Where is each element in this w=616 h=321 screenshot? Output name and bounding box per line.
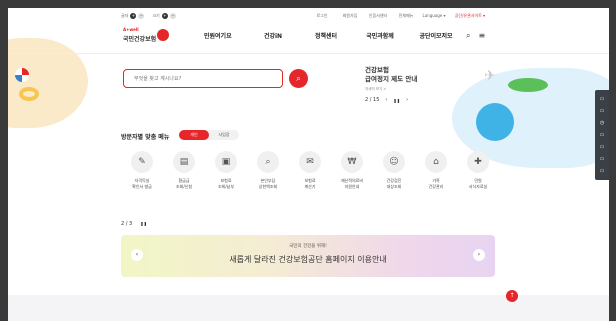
search-icon[interactable]: ⌕ <box>466 31 470 41</box>
quick-item-copay-limit[interactable]: ⌕ 본인부담 상한액조회 <box>247 151 289 190</box>
scroll-top-button[interactable]: ↑ <box>506 290 518 302</box>
notice-banner[interactable]: ‹ 국민의 건강을 위해! 새롭게 달라진 건강보험공단 홈페이지 이용안내 › <box>121 235 495 277</box>
visitor-type-toggle: 개인 사업장 <box>179 130 239 140</box>
promo-next-button[interactable]: › <box>406 97 408 103</box>
custom-menu-title: 방문자별 맞춤 메뉴 <box>121 134 170 141</box>
banner-title: 새롭게 달라진 건강보험공단 홈페이지 이용안내 <box>229 255 387 264</box>
search-icon: ⌕ <box>296 74 301 83</box>
promo-page-indicator: 2 / 15 <box>365 97 380 103</box>
banner-page-indicator: 2 / 3 <box>121 221 133 227</box>
promo-controls: 2 / 15 ‹ ❚❚ › <box>365 97 445 103</box>
palm-tree-icon <box>508 78 548 92</box>
side-icon-2[interactable]: ▭ <box>600 108 605 114</box>
logo-text: 국민건강보험 <box>123 36 157 43</box>
nav-item-policy[interactable]: 정책센터 <box>298 31 354 40</box>
quick-menu: ✎ 자격득실 확인서 발급 ▤ 환급금 조회/신청 ▣ 보험료 조회/납부 ⌕ … <box>121 151 499 190</box>
utility-bar: 글자 + − 크기 + − 로그인 회원가입 인증서센터 전체메뉴 Langua… <box>8 12 609 22</box>
banner-pager: 2 / 3 ❚❚ <box>121 221 147 227</box>
quick-item-disaster-medical[interactable]: ₩ 재난적의료비 지원안내 <box>331 151 373 190</box>
all-menu-link[interactable]: 전체메뉴 <box>392 13 420 19</box>
person-icon: ☺ <box>383 151 405 173</box>
menu-icon[interactable]: ≡ <box>478 31 485 41</box>
beach-ball-icon <box>15 68 29 82</box>
cert-center-link[interactable]: 인증서센터 <box>364 13 392 19</box>
family-icon: ⌂ <box>425 151 447 173</box>
promo-slider: 건강보험 급여정지 제도 안내 자세히 보기 > 2 / 15 ‹ ❚❚ › <box>365 66 445 103</box>
side-icon-1[interactable]: ▭ <box>600 96 605 102</box>
quick-label-2: 지원안내 <box>344 184 360 189</box>
tab-individual[interactable]: 개인 <box>179 130 209 140</box>
login-link[interactable]: 로그인 <box>308 13 336 19</box>
zoom-minus-button[interactable]: − <box>169 13 176 19</box>
money-icon: ₩ <box>341 151 363 173</box>
quick-label-2: 조회/납부 <box>217 184 235 189</box>
certificate-icon: ✎ <box>131 151 153 173</box>
main-navigation: 민원여기요 건강iN 정책센터 국민과함께 공단이모저모 <box>204 31 466 40</box>
airplane-icon: ✈ <box>484 68 496 84</box>
search-button[interactable]: ⌕ <box>289 69 308 88</box>
header-actions: ⌕ ≡ <box>466 31 485 41</box>
zoom-label: 크기 <box>152 13 160 18</box>
banner-next-button[interactable]: › <box>473 249 485 261</box>
utility-links: 로그인 회원가입 인증서센터 전체메뉴 Language ▾ 공단/유관사이트 … <box>308 13 492 19</box>
quick-label-2: 계산기 <box>304 184 316 189</box>
banner-subtitle: 국민의 건강을 위해! <box>289 244 327 249</box>
refund-icon: ▤ <box>173 151 195 173</box>
quick-item-forms[interactable]: ✚ 민원 서식자료실 <box>457 151 499 190</box>
header-divider <box>8 53 609 54</box>
font-plus-button[interactable]: + <box>130 13 137 19</box>
tab-business[interactable]: 사업장 <box>209 130 239 140</box>
banner-pause-button[interactable]: ❚❚ <box>140 221 147 227</box>
text-size-controls: 글자 + − 크기 + − <box>121 13 176 19</box>
calculator-icon: ✉ <box>299 151 321 173</box>
quick-label-2: 건강관리 <box>428 184 444 189</box>
search-input[interactable] <box>123 69 283 88</box>
related-sites-select[interactable]: 공단/유관사이트 ▾ <box>448 13 492 19</box>
side-icon-6[interactable]: ▭ <box>600 156 605 162</box>
font-minus-button[interactable]: − <box>138 13 145 19</box>
side-icon-7[interactable]: ▭ <box>600 168 605 174</box>
globe-icon <box>476 103 514 141</box>
logo-mark-icon <box>157 29 169 41</box>
magnifier-icon: ⌕ <box>257 151 279 173</box>
quick-label-2: 조회/신청 <box>175 184 193 189</box>
nav-item-news[interactable]: 공단이모저모 <box>406 31 466 40</box>
floating-side-bar: ▭ ▭ ◷ ▭ ▭ ▭ ▭ <box>595 90 609 180</box>
font-size-label: 글자 <box>121 13 129 18</box>
bill-icon: ▣ <box>215 151 237 173</box>
clock-icon[interactable]: ◷ <box>600 120 604 126</box>
quick-item-refund[interactable]: ▤ 환급금 조회/신청 <box>163 151 205 190</box>
decoration-beach-left <box>8 38 88 128</box>
swim-ring-icon <box>19 87 39 101</box>
nav-item-civil[interactable]: 민원여기요 <box>204 31 248 40</box>
quick-label-2: 서식자료실 <box>468 184 488 189</box>
nav-item-together[interactable]: 국민과함께 <box>354 31 406 40</box>
quick-item-qualification[interactable]: ✎ 자격득실 확인서 발급 <box>121 151 163 190</box>
language-select[interactable]: Language ▾ <box>420 13 448 19</box>
browser-page: ✈ 글자 + − 크기 + − 로그인 회원가입 인증서센터 전체메뉴 Lang… <box>8 8 609 321</box>
promo-more-link[interactable]: 자세히 보기 > <box>365 87 445 92</box>
quick-label-2: 확인서 발급 <box>132 184 152 189</box>
footer-area <box>8 295 609 321</box>
quick-label-2: 상한액조회 <box>258 184 278 189</box>
promo-pause-button[interactable]: ❚❚ <box>393 98 400 103</box>
zoom-plus-button[interactable]: + <box>161 13 168 19</box>
promo-prev-button[interactable]: ‹ <box>385 97 387 103</box>
site-logo[interactable]: A+well 국민건강보험 <box>121 27 181 49</box>
quick-label-2: 대상조회 <box>386 184 402 189</box>
side-icon-5[interactable]: ▭ <box>600 144 605 150</box>
side-icon-4[interactable]: ▭ <box>600 132 605 138</box>
signup-link[interactable]: 회원가입 <box>336 13 364 19</box>
promo-title-1: 건강보험 <box>365 66 389 74</box>
quick-item-checkup[interactable]: ☺ 건강검진 대상조회 <box>373 151 415 190</box>
quick-item-premium[interactable]: ▣ 보험료 조회/납부 <box>205 151 247 190</box>
nav-item-health-in[interactable]: 건강iN <box>248 31 298 40</box>
quick-item-calculator[interactable]: ✉ 보험료 계산기 <box>289 151 331 190</box>
document-icon: ✚ <box>467 151 489 173</box>
logo-tagline: A+well <box>123 27 139 32</box>
quick-item-family[interactable]: ⌂ 가족 건강관리 <box>415 151 457 190</box>
promo-title-2: 급여정지 제도 안내 <box>365 75 418 83</box>
